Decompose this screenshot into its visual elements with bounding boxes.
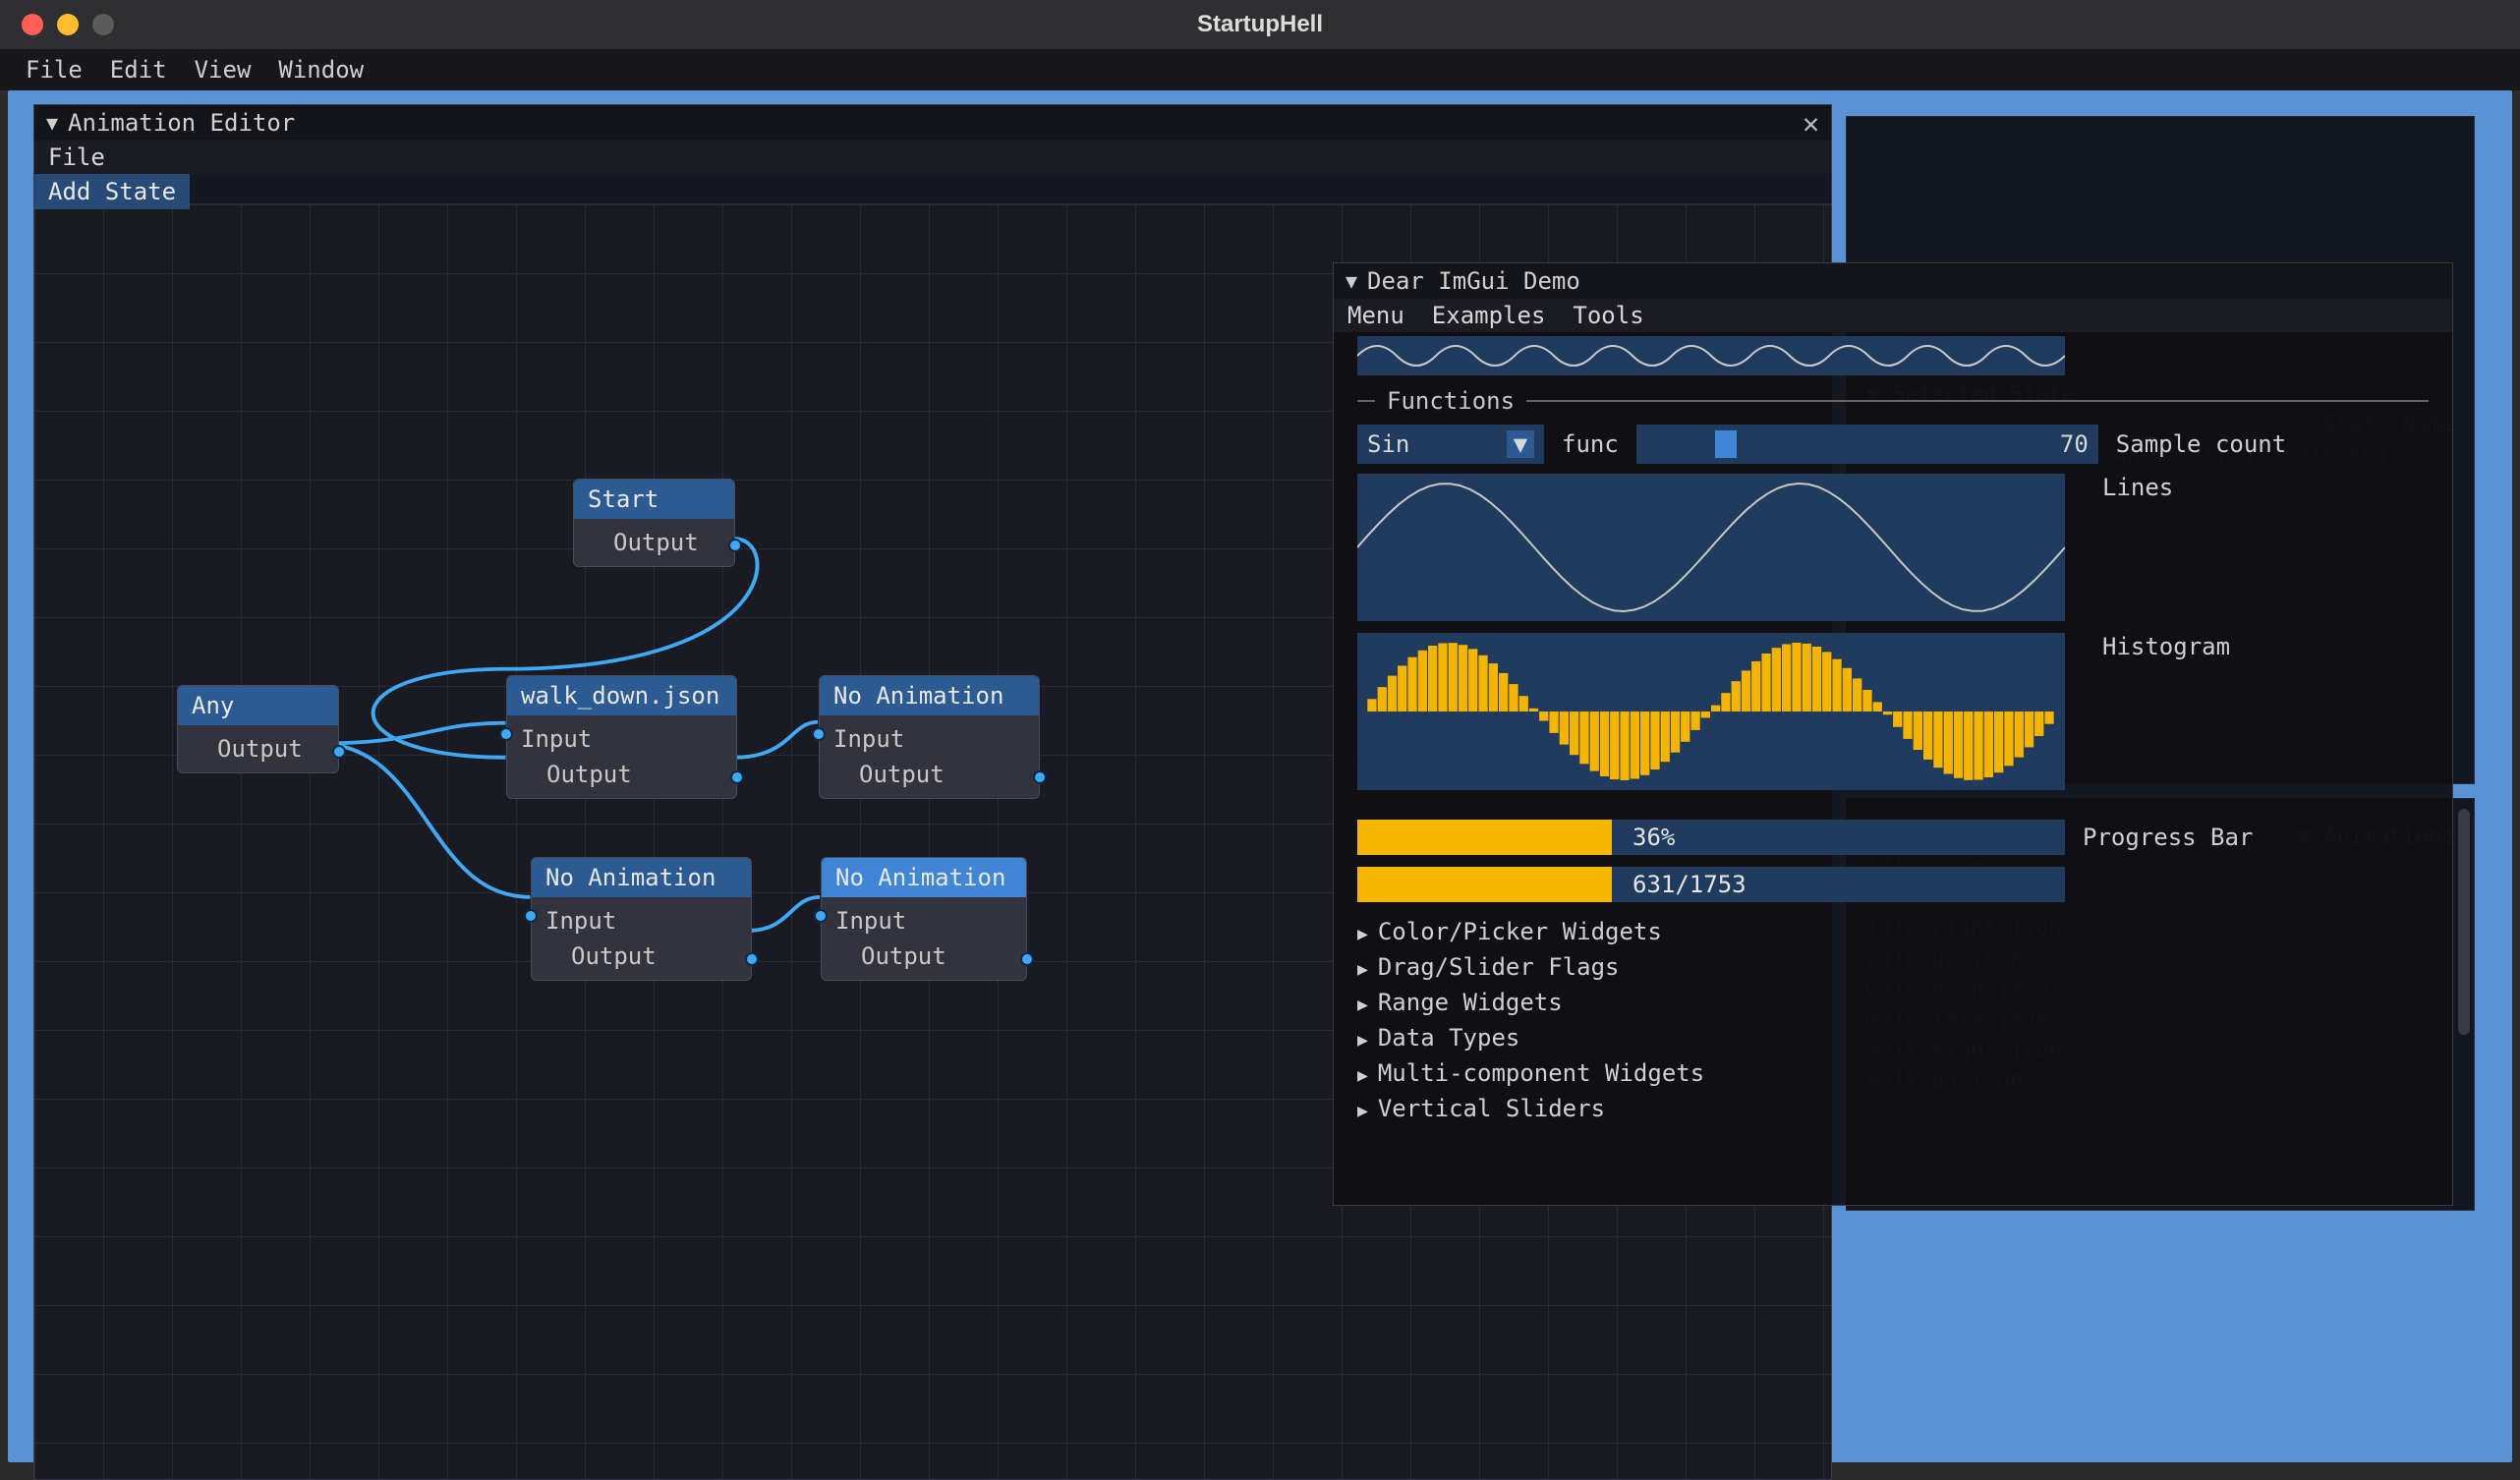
- port-output[interactable]: [1033, 770, 1047, 784]
- port-output[interactable]: [728, 539, 742, 552]
- node-input: Input: [521, 721, 722, 757]
- tree-item[interactable]: Color/Picker Widgets: [1334, 914, 2452, 949]
- menu-file[interactable]: File: [26, 56, 83, 84]
- node-title: Start: [574, 480, 734, 519]
- progress-label: Progress Bar: [2083, 824, 2253, 851]
- sample-count-label: Sample count: [2116, 430, 2286, 458]
- node-output: Output: [521, 757, 722, 792]
- tree-item[interactable]: Drag/Slider Flags: [1334, 949, 2452, 985]
- node-title: No Animation: [532, 858, 751, 897]
- mac-titlebar: StartupHell: [0, 0, 2520, 49]
- port-input[interactable]: [524, 909, 538, 923]
- port-output[interactable]: [1020, 952, 1034, 966]
- node-walk-down[interactable]: walk_down.json Input Output: [506, 675, 737, 799]
- tree-item[interactable]: Range Widgets: [1334, 985, 2452, 1020]
- node-noanim-selected[interactable]: No Animation Input Output: [821, 857, 1027, 981]
- node-output: Output: [192, 731, 324, 767]
- lines-label: Lines: [2102, 474, 2173, 501]
- port-output[interactable]: [332, 745, 346, 759]
- node-input: Input: [833, 721, 1025, 757]
- sample-count-slider[interactable]: 70: [1636, 425, 2098, 464]
- node-output: Output: [833, 757, 1025, 792]
- progress-bar-count: 631/1753: [1357, 867, 2065, 902]
- window-title: Dear ImGui Demo: [1367, 267, 1580, 295]
- histogram-plot: [1357, 633, 2065, 790]
- node-title: walk_down.json: [507, 676, 736, 715]
- node-title: Any: [178, 686, 338, 725]
- viewport: ▼ Selected State State Name No Animation…: [8, 90, 2512, 1462]
- progress-bar-pct: 36%: [1357, 820, 2065, 855]
- node-output: Output: [545, 939, 737, 974]
- progress-pct-text: 36%: [1632, 824, 1675, 851]
- add-state-button[interactable]: Add State: [34, 174, 190, 209]
- node-title: No Animation: [820, 676, 1039, 715]
- port-input[interactable]: [499, 727, 513, 741]
- collapse-icon[interactable]: ▼: [46, 111, 58, 135]
- node-noanim-right[interactable]: No Animation Input Output: [819, 675, 1040, 799]
- func-label: func: [1562, 430, 1619, 458]
- node-output: Output: [835, 939, 1012, 974]
- func-combo[interactable]: Sin ▼: [1357, 425, 1544, 464]
- scrollbar[interactable]: [2458, 809, 2470, 1035]
- progress-count-text: 631/1753: [1632, 871, 1747, 898]
- functions-header: Functions: [1334, 381, 2452, 421]
- tree-item[interactable]: Data Types: [1334, 1020, 2452, 1055]
- chevron-down-icon: ▼: [1507, 430, 1534, 458]
- imgui-demo-window[interactable]: ▼ Dear ImGui Demo Menu Examples Tools Fu…: [1333, 262, 2453, 1206]
- port-input[interactable]: [812, 727, 826, 741]
- close-icon[interactable]: ✕: [1803, 107, 1819, 140]
- node-title: No Animation: [822, 858, 1026, 897]
- app-title: StartupHell: [0, 11, 2520, 38]
- demo-menu-menu[interactable]: Menu: [1347, 302, 1404, 329]
- port-output[interactable]: [745, 952, 759, 966]
- port-output[interactable]: [730, 770, 744, 784]
- lines-plot: [1357, 474, 2065, 621]
- node-start[interactable]: Start Output: [573, 479, 735, 567]
- menu-window[interactable]: Window: [278, 56, 364, 84]
- mini-plot: [1357, 336, 2065, 375]
- node-output: Output: [588, 525, 720, 560]
- animeditor-menu-file[interactable]: File: [48, 143, 105, 171]
- demo-menu-examples[interactable]: Examples: [1432, 302, 1546, 329]
- node-input: Input: [835, 903, 1012, 939]
- node-noanim-bottom[interactable]: No Animation Input Output: [531, 857, 752, 981]
- func-combo-value: Sin: [1367, 430, 1409, 458]
- port-input[interactable]: [814, 909, 828, 923]
- tree-item[interactable]: Multi-component Widgets: [1334, 1055, 2452, 1091]
- app-menubar: File Edit View Window: [0, 49, 2520, 90]
- node-input: Input: [545, 903, 737, 939]
- menu-edit[interactable]: Edit: [110, 56, 167, 84]
- window-title: Animation Editor: [68, 109, 295, 137]
- demo-menu-tools[interactable]: Tools: [1573, 302, 1643, 329]
- menu-view[interactable]: View: [195, 56, 252, 84]
- histogram-label: Histogram: [2102, 633, 2230, 660]
- node-any[interactable]: Any Output: [177, 685, 339, 773]
- collapse-icon[interactable]: ▼: [1346, 269, 1357, 293]
- tree-item[interactable]: Vertical Sliders: [1334, 1091, 2452, 1126]
- sample-count-value: 70: [2060, 430, 2089, 458]
